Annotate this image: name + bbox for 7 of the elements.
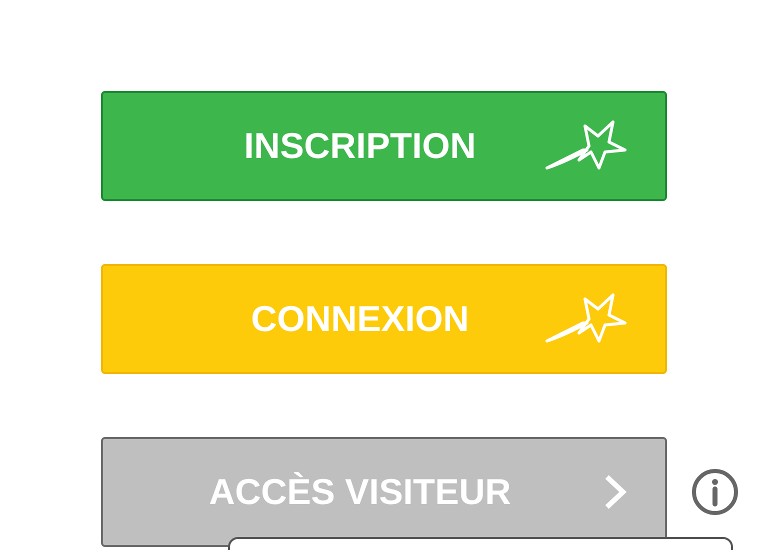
info-icon[interactable]: [691, 468, 739, 516]
chevron-right-icon: [603, 474, 627, 510]
guest-access-button[interactable]: ACCÈS VISITEUR: [101, 437, 667, 547]
shooting-star-icon: [545, 120, 627, 172]
signup-button[interactable]: INSCRIPTION: [101, 91, 667, 201]
shooting-star-icon: [545, 293, 627, 345]
login-button[interactable]: CONNEXION: [101, 264, 667, 374]
